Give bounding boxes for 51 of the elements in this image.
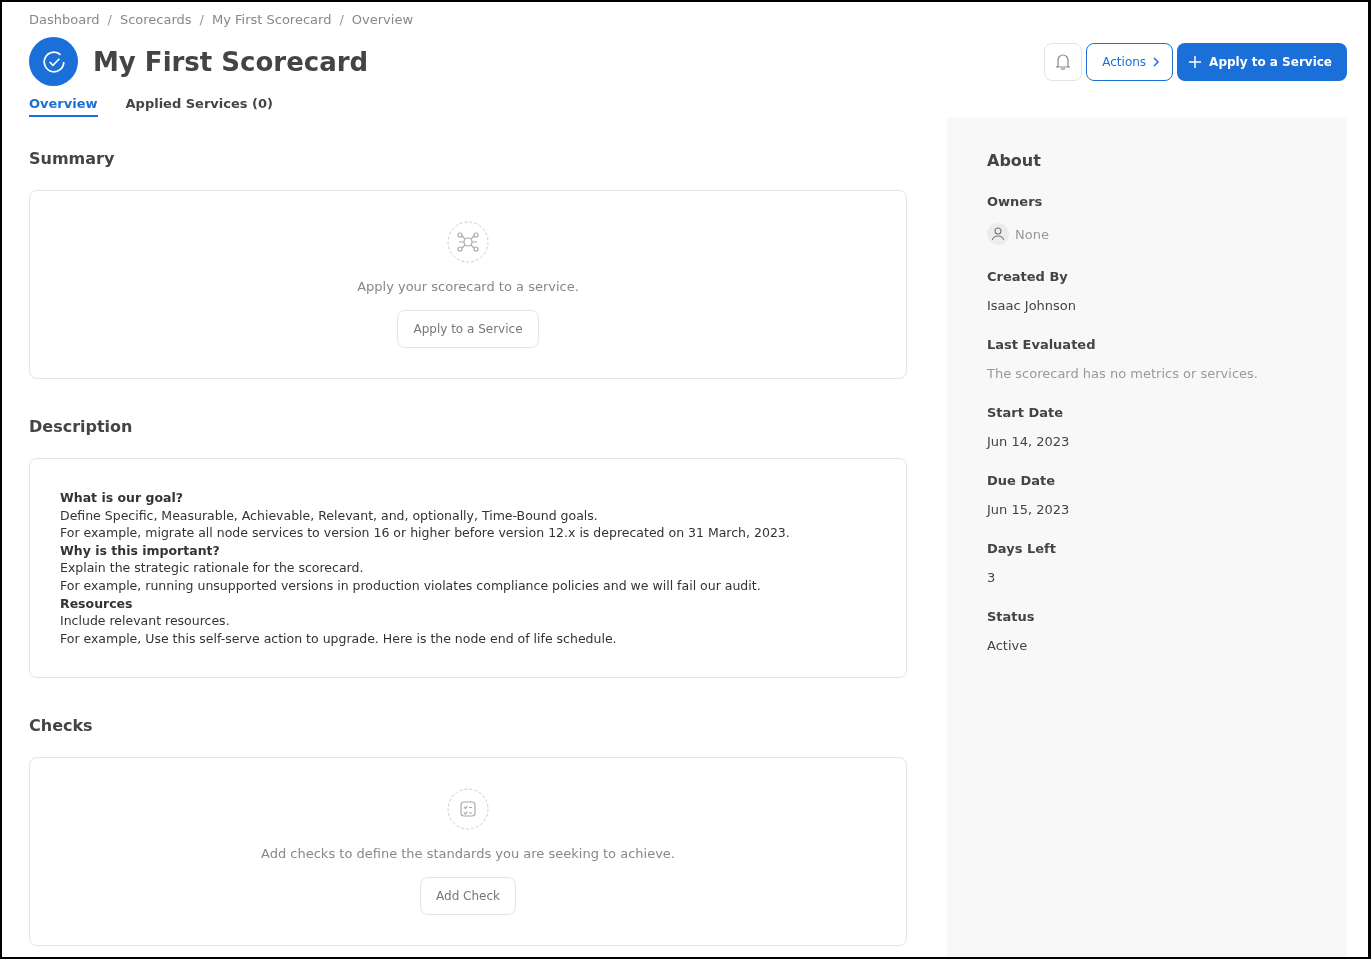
apply-service-button[interactable]: Apply to a Service (397, 310, 539, 348)
user-avatar-icon (987, 223, 1009, 245)
field-value: Isaac Johnson (987, 298, 1078, 313)
section-heading: Checks (29, 716, 94, 736)
description-text: For example, migrate all node services to version 16 or higher before version 12.x is deprecated on 31 March, 2023. (60, 524, 791, 542)
field-label: Owners (987, 194, 1044, 209)
field-value: The scorecard has no metrics or services. (987, 366, 1259, 381)
page-title: My First Scorecard (93, 46, 370, 77)
section-heading: Description (29, 417, 134, 436)
notification-button[interactable] (1044, 42, 1083, 81)
network-icon (447, 221, 489, 263)
breadcrumb-link[interactable]: Scorecards (119, 12, 192, 27)
field-label: Created By (987, 269, 1069, 284)
add-check-button[interactable]: Add Check (420, 877, 516, 916)
description-text: For example, Use this self-serve action to upgrade. Here is the node end of life schedule. (60, 629, 618, 648)
actions-button[interactable]: Actions (1086, 42, 1174, 81)
section-heading: Summary (29, 149, 116, 168)
field-value: Jun 15, 2023 (987, 502, 1071, 517)
plus-icon (1189, 55, 1202, 68)
description-heading: What is our goal? (60, 489, 185, 507)
description-text: Explain the strategic rationale for the scorecard. (60, 559, 365, 577)
apply-service-button[interactable]: Apply to a Service (1177, 42, 1347, 81)
breadcrumb-link[interactable]: My First Scorecard (212, 12, 332, 27)
tab[interactable]: Applied Services (0) (125, 96, 273, 117)
description-heading: Resources (60, 594, 134, 613)
empty-message: Add checks to define the standards you are seeking to achieve. (261, 846, 675, 862)
field-value: None (1015, 226, 1049, 242)
bell-icon (1055, 52, 1072, 71)
field-value: Jun 14, 2023 (987, 434, 1071, 449)
field-label: Last Evaluated (987, 337, 1097, 352)
field-label: Start Date (987, 405, 1065, 420)
breadcrumb-link[interactable]: Overview (351, 12, 414, 27)
checklist-icon (447, 788, 489, 831)
field-label: Days Left (987, 541, 1057, 556)
chevron-right-icon (1152, 56, 1161, 67)
description-text: For example, running unsupported versions in production violates compliance policies and we will fail our audit. (60, 576, 762, 595)
description-heading: Why is this important? (60, 541, 221, 560)
field-value: Active (987, 638, 1029, 653)
field-label: Status (987, 609, 1036, 624)
description-text: Define Specific, Measurable, Achievable, Relevant, and, optionally, Time-Bound goals. (60, 506, 599, 525)
breadcrumb-link[interactable]: Dashboard (29, 12, 100, 27)
field-label: Due Date (987, 473, 1056, 488)
breadcrumb-separator: / (199, 12, 204, 27)
empty-message: Apply your scorecard to a service. (357, 279, 579, 294)
field-value: 3 (987, 570, 997, 585)
tab[interactable]: Overview (29, 96, 98, 117)
scorecard-logo (29, 37, 78, 86)
breadcrumb-separator: / (339, 12, 344, 27)
breadcrumb-separator: / (107, 12, 112, 27)
description-text: Include relevant resources. (60, 612, 231, 630)
section-heading: About (987, 151, 1042, 170)
